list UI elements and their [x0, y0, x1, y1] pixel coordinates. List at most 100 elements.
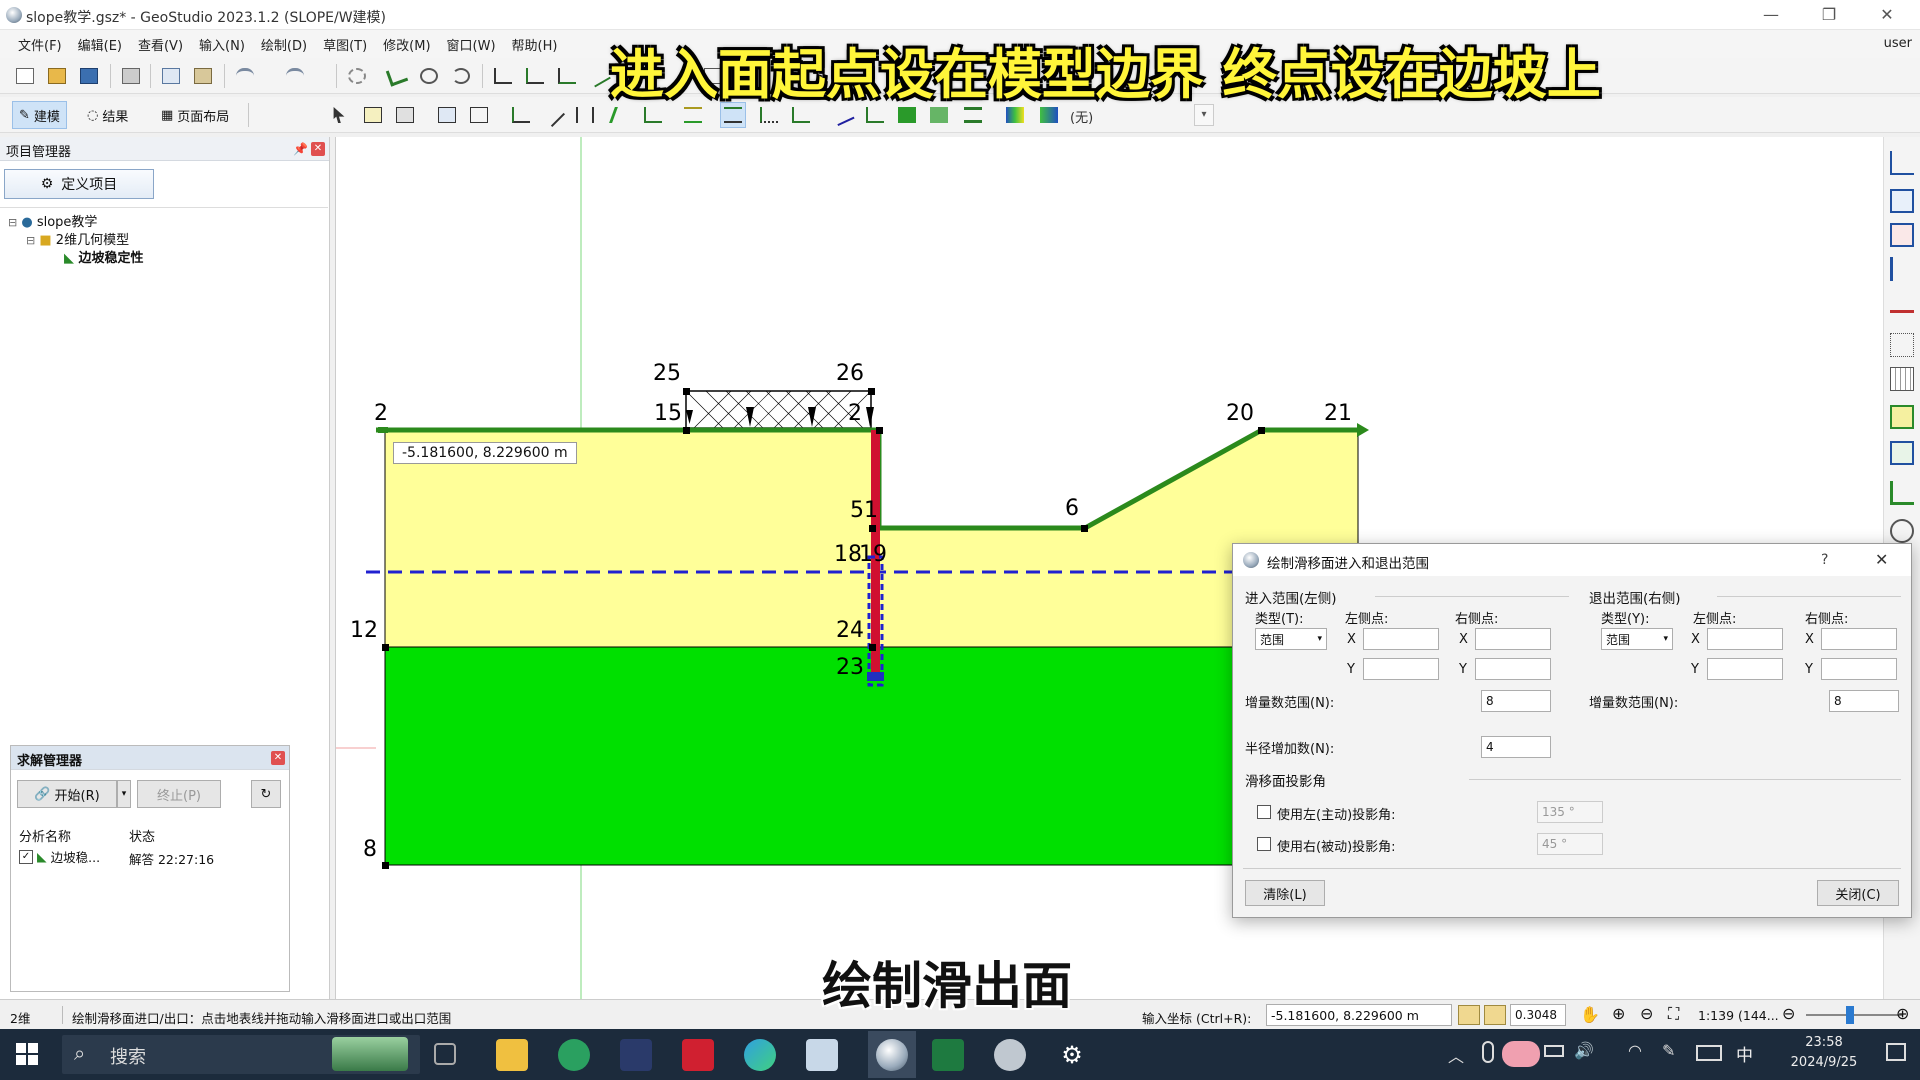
- define-project-button[interactable]: ⚙ 定义项目: [4, 169, 154, 199]
- menu-view[interactable]: 查看(V): [130, 35, 191, 54]
- row-checkbox[interactable]: ✓: [19, 849, 33, 864]
- menu-input[interactable]: 输入(N): [191, 35, 253, 54]
- tray-chevron-icon[interactable]: ︿: [1448, 1043, 1464, 1067]
- use-left-angle-checkbox[interactable]: [1257, 805, 1271, 819]
- task-view-icon[interactable]: [434, 1043, 456, 1065]
- zoom-in-icon[interactable]: ⊕: [1612, 1004, 1625, 1023]
- menu-draw[interactable]: 绘制(D): [253, 35, 315, 54]
- settings-icon[interactable]: ⚙: [1056, 1039, 1088, 1071]
- page-layout-button[interactable]: ▦ 页面布局: [154, 101, 236, 129]
- vector-icon[interactable]: [1890, 481, 1914, 505]
- tree-root[interactable]: ⊟ ● slope教学: [8, 211, 97, 230]
- left-angle-input[interactable]: 135 °: [1537, 801, 1603, 823]
- axis-tool[interactable]: [490, 63, 516, 89]
- lower-soil-region[interactable]: [384, 646, 1237, 866]
- refresh-solve-button[interactable]: ↻: [251, 780, 281, 808]
- pin-icon[interactable]: 📌: [293, 142, 308, 156]
- zoom-minus-icon[interactable]: ⊖: [1782, 1004, 1795, 1023]
- grid-icon[interactable]: [1484, 1005, 1506, 1025]
- entry-right-x-input[interactable]: [1475, 628, 1551, 650]
- table-icon[interactable]: [1890, 367, 1914, 391]
- zoom-plus-icon[interactable]: ⊕: [1896, 1004, 1909, 1023]
- app-green-icon[interactable]: [558, 1039, 590, 1071]
- entry-type-select[interactable]: 范围 ▾: [1255, 628, 1327, 650]
- draw-point-tool[interactable]: [554, 63, 580, 89]
- menu-help[interactable]: 帮助(H): [504, 35, 566, 54]
- pen-tool[interactable]: [540, 102, 566, 128]
- paste-button[interactable]: [190, 63, 216, 89]
- collapse-icon[interactable]: ⊟: [8, 216, 17, 229]
- entry-right-y-input[interactable]: [1475, 658, 1551, 680]
- edge-icon[interactable]: [744, 1039, 776, 1071]
- app-window-icon[interactable]: [806, 1039, 838, 1071]
- minimize-button[interactable]: —: [1748, 0, 1794, 30]
- exit-right-y-input[interactable]: [1821, 658, 1897, 680]
- help-icon[interactable]: ?: [1821, 552, 1828, 568]
- select-tool[interactable]: [384, 63, 410, 89]
- material-icon[interactable]: [1890, 223, 1914, 247]
- windows-start-icon[interactable]: [16, 1043, 38, 1065]
- keyboard-icon[interactable]: [1696, 1045, 1722, 1061]
- copy-button[interactable]: [158, 63, 184, 89]
- entry-left-x-input[interactable]: [1363, 628, 1439, 650]
- line-icon[interactable]: [1890, 257, 1914, 281]
- table-row[interactable]: ✓ ◣ 边坡稳...: [19, 847, 100, 866]
- draw-line-tool[interactable]: [586, 63, 612, 89]
- dialog-close-icon[interactable]: ✕: [1875, 550, 1888, 569]
- properties-tool[interactable]: [466, 102, 492, 128]
- build-mode-button[interactable]: ✎ 建模: [12, 101, 67, 129]
- tree-geometry[interactable]: ⊟ ■ 2维几何模型: [26, 229, 129, 248]
- grid-spacing-input[interactable]: 0.3048: [1510, 1004, 1566, 1026]
- draw-region-tool[interactable]: [522, 63, 548, 89]
- slope-view-icon[interactable]: [1890, 405, 1914, 429]
- slip-entry-tool[interactable]: [508, 102, 534, 128]
- restore-button[interactable]: ❐: [1806, 0, 1852, 30]
- point-icon[interactable]: [1890, 289, 1914, 313]
- axis-icon[interactable]: [1890, 151, 1914, 175]
- save-button[interactable]: [76, 63, 102, 89]
- print-button[interactable]: [118, 63, 144, 89]
- menu-sketch[interactable]: 草图(T): [315, 35, 375, 54]
- tray-app-icon[interactable]: [1502, 1041, 1540, 1067]
- keyin-tool[interactable]: [434, 102, 460, 128]
- use-right-angle-checkbox[interactable]: [1257, 837, 1271, 851]
- menu-window[interactable]: 窗口(W): [439, 35, 504, 54]
- right-angle-input[interactable]: 45 °: [1537, 833, 1603, 855]
- results-mode-button[interactable]: ◌ 结果: [80, 101, 135, 129]
- app-dark-icon[interactable]: [620, 1039, 652, 1071]
- entry-increment-input[interactable]: 8: [1481, 690, 1551, 712]
- region-icon[interactable]: [1890, 189, 1914, 213]
- clear-button[interactable]: 清除(L): [1245, 880, 1325, 906]
- exit-increment-input[interactable]: 8: [1829, 690, 1899, 712]
- snap-grid-icon[interactable]: [1458, 1005, 1480, 1025]
- zoom-out-icon[interactable]: ⊖: [1640, 1004, 1653, 1023]
- menu-file[interactable]: 文件(F): [10, 35, 70, 54]
- collapse-icon[interactable]: ⊟: [26, 234, 35, 247]
- tree-analysis[interactable]: ◣ 边坡稳定性: [64, 247, 144, 266]
- close-solve-icon[interactable]: ✕: [271, 751, 285, 765]
- refresh-button[interactable]: [344, 63, 370, 89]
- pan-hand-icon[interactable]: ✋: [1580, 1005, 1600, 1024]
- dialog-close-button[interactable]: 关闭(C): [1817, 880, 1899, 906]
- clock-date[interactable]: 2024/9/25: [1778, 1055, 1870, 1070]
- undo-button[interactable]: [232, 63, 258, 89]
- microphone-icon[interactable]: [1482, 1041, 1494, 1063]
- notification-icon[interactable]: [1886, 1043, 1906, 1061]
- grid-icon[interactable]: [1890, 333, 1914, 357]
- pen-icon[interactable]: ✎: [1662, 1041, 1675, 1060]
- rotate-right-tool[interactable]: [448, 63, 474, 89]
- close-panel-icon[interactable]: ✕: [311, 142, 325, 156]
- menu-edit[interactable]: 编辑(E): [70, 35, 130, 54]
- exit-type-select[interactable]: 范围 ▾: [1601, 628, 1673, 650]
- draw-regions-tool[interactable]: [392, 102, 418, 128]
- pointer-tool[interactable]: [326, 102, 352, 128]
- ime-indicator[interactable]: 中: [1736, 1041, 1753, 1066]
- redo-button[interactable]: [282, 63, 308, 89]
- rotate-left-tool[interactable]: [416, 63, 442, 89]
- draw-material-tool[interactable]: [360, 102, 386, 128]
- open-file-button[interactable]: [44, 63, 70, 89]
- dimension-tool[interactable]: [572, 102, 598, 128]
- start-dropdown-button[interactable]: ▾: [117, 780, 131, 808]
- exit-left-x-input[interactable]: [1707, 628, 1783, 650]
- start-solve-button[interactable]: 🔗 开始(R): [17, 780, 117, 808]
